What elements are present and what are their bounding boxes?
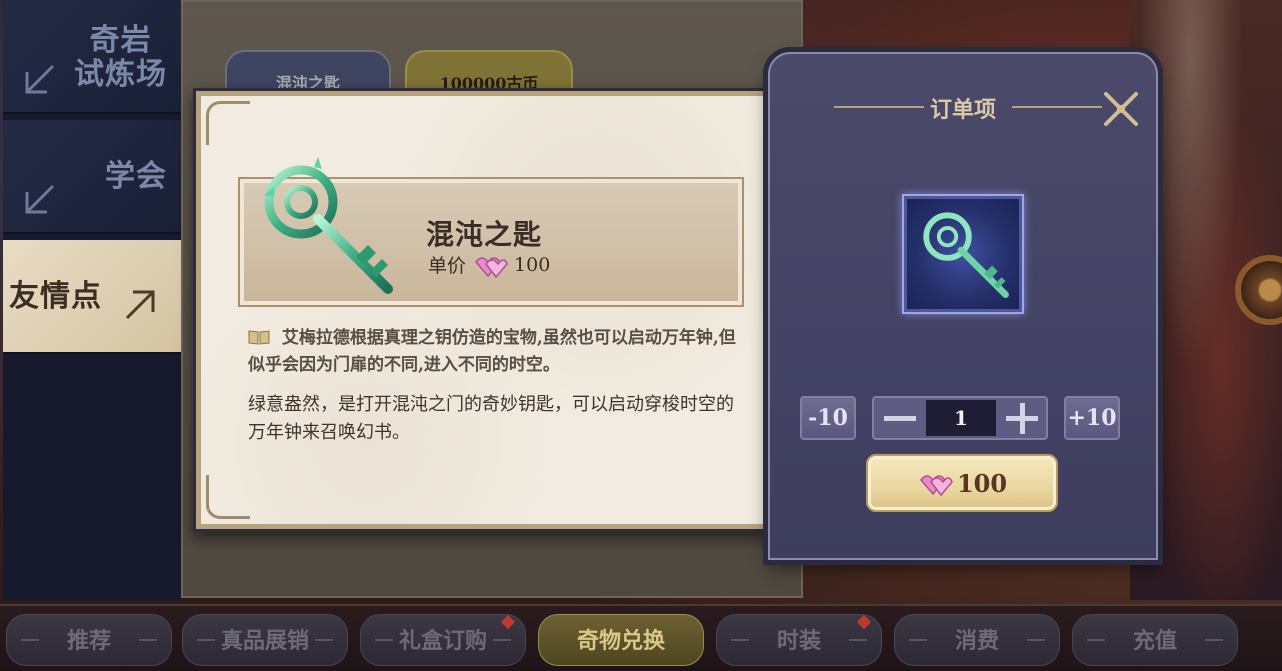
tab-consumption[interactable]: 消费 [894,614,1060,666]
chaos-key-icon [923,212,1009,298]
order-panel: 订单项 -10 1 +10 100 [768,52,1158,560]
item-lore-text: 艾梅拉德根据真理之钥仿造的宝物,虽然也可以启动万年钟,但似乎会因为门扉的不同,进… [248,328,736,375]
tab-recommended[interactable]: 推荐 [6,614,172,666]
notification-badge [856,614,872,630]
purchase-price: 100 [956,468,1008,498]
tab-ornament [849,639,867,641]
quantity-input[interactable]: 1 [926,400,996,436]
tab-ornament [21,639,39,641]
unit-price-row: 单价 100 [428,251,550,278]
nav-item-society[interactable]: 学会 [3,120,181,234]
arrow-down-left-icon [25,184,55,214]
plus-ten-button[interactable]: +10 [1064,396,1120,440]
friendship-gem-icon [919,475,953,496]
tab-ornament [1087,639,1105,641]
tab-recharge[interactable]: 充值 [1072,614,1238,666]
close-icon[interactable] [1098,86,1144,132]
tab-ornament [909,639,927,641]
tab-curio-exchange[interactable]: 奇物兑换 [538,614,704,666]
tab-fashion[interactable]: 时装 [716,614,882,666]
item-description: 绿意盎然，是打开混沌之门的奇妙钥匙，可以启动穿梭时空的万年钟来召唤幻书。 [248,394,734,443]
unit-price-value: 100 [514,253,551,276]
minus-icon[interactable] [874,398,924,438]
book-icon [248,330,270,345]
quantity-stepper: 1 [872,396,1048,440]
shop-tag-coins: 100000古币 [405,50,573,93]
notification-badge [500,614,516,630]
purchase-button[interactable]: 100 [866,454,1058,512]
ornament-corner [206,475,250,519]
nav-item-trial-ground[interactable]: 奇岩 试炼场 [3,0,181,114]
tab-ornament [139,639,157,641]
item-detail-card: 混沌之匙 单价 100 艾梅拉德根据真理之钥仿造的宝物,虽然也可以启动万年钟,但… [193,88,773,532]
tab-ornament [1027,639,1045,641]
plus-icon[interactable] [996,398,1046,438]
arrow-up-right-icon [125,290,155,320]
tab-ornament [375,639,393,641]
nav-item-label: 学会 [105,159,167,194]
bottom-tab-bar: 推荐 真品展销 礼盒订购 奇物兑换 时装 消费 充值 [0,604,1282,671]
tab-ornament [197,639,215,641]
minus-ten-button[interactable]: -10 [800,396,856,440]
tab-ornament [731,639,749,641]
tab-gift-box[interactable]: 礼盒订购 [360,614,526,666]
arrow-down-left-icon [25,64,55,94]
order-item-frame [902,194,1024,314]
item-name: 混沌之匙 [426,218,543,251]
ornament-corner [206,101,250,145]
tab-ornament [493,639,511,641]
category-nav: 奇岩 试炼场 学会 友情点 [3,0,181,600]
tab-genuine-sales[interactable]: 真品展销 [182,614,348,666]
nav-item-label: 奇岩 试炼场 [74,23,167,92]
shop-tag-item: 混沌之匙 [225,50,391,93]
tab-ornament [1205,639,1223,641]
nav-item-label: 友情点 [9,279,102,314]
tab-ornament [315,639,333,641]
chaos-key-icon [264,157,393,294]
title-divider [1012,106,1102,108]
nav-item-friendship-points[interactable]: 友情点 [3,240,181,354]
friendship-gem-icon [475,256,508,278]
unit-price-label: 单价 [428,255,467,277]
